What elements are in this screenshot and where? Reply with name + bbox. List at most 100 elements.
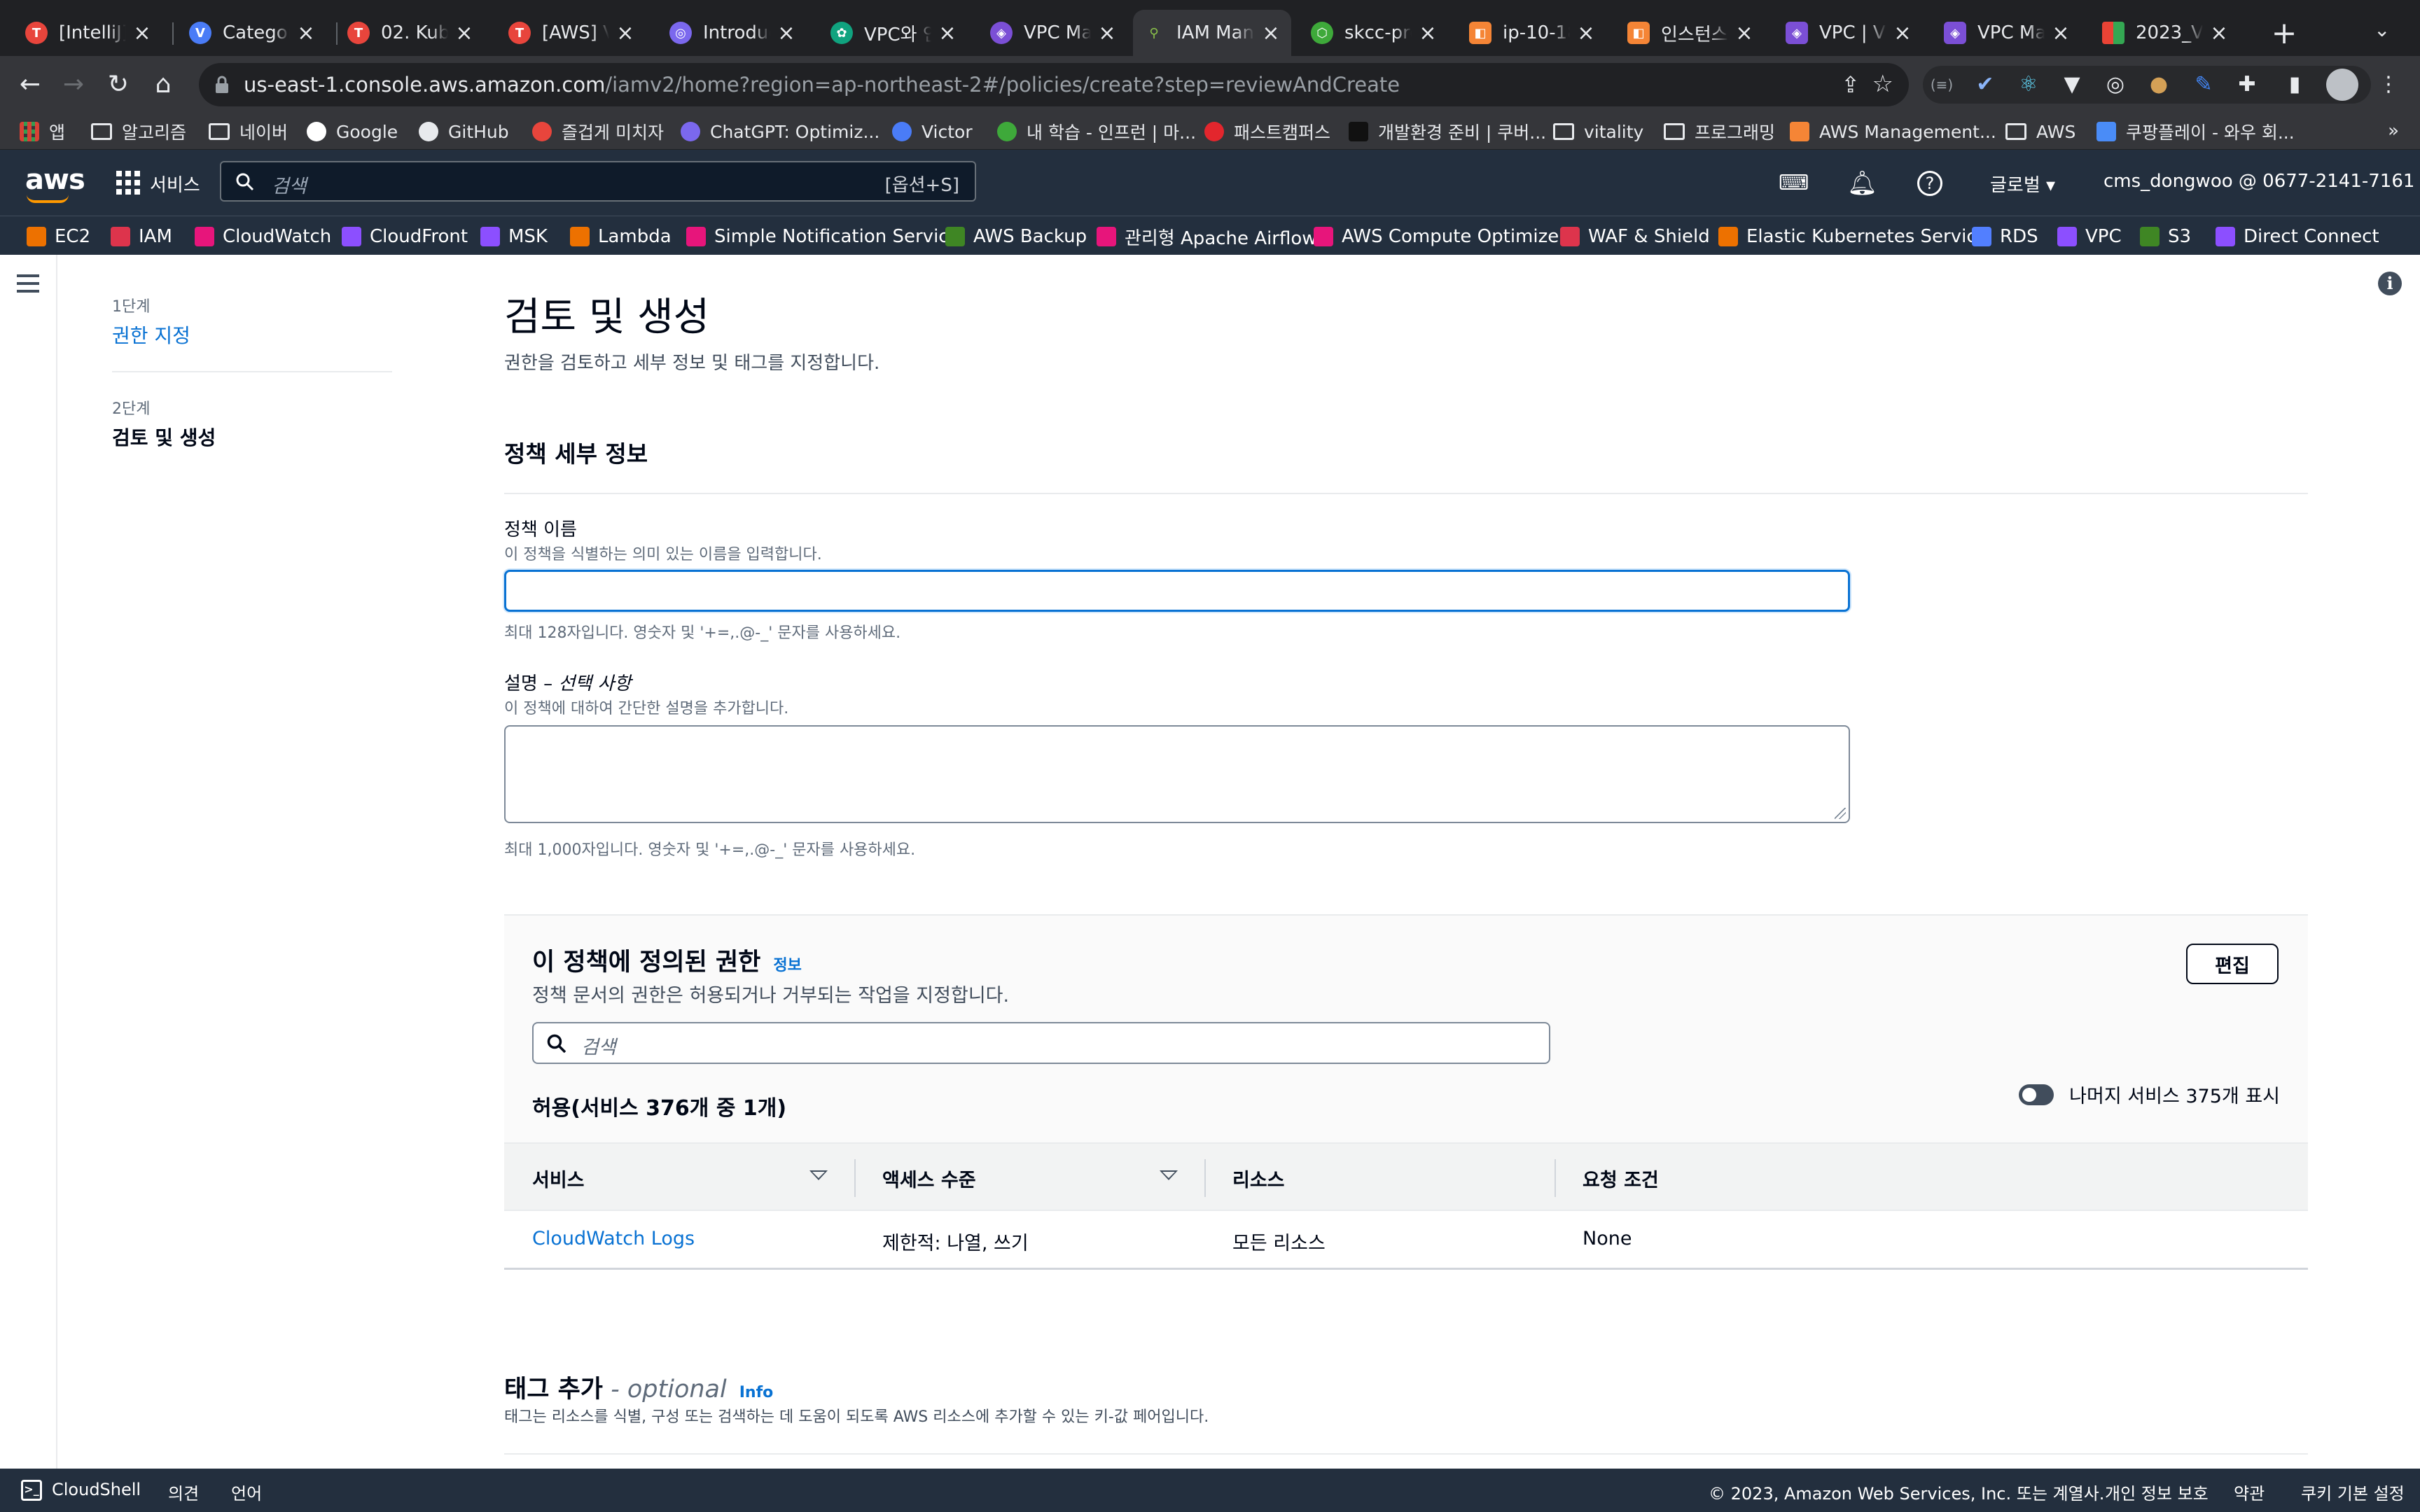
browser-tab[interactable]: ◈ VPC | VP ×	[1776, 10, 1923, 56]
favorite-rds[interactable]: RDS	[1972, 225, 2038, 248]
close-tab-icon[interactable]: ×	[937, 21, 958, 46]
react-devtools-icon[interactable]: ⚛	[2014, 70, 2043, 99]
favorite-waf[interactable]: WAF & Shield	[1560, 225, 1710, 248]
show-remaining-toggle[interactable]: 나머지 서비스 375개 표시	[2019, 1081, 2280, 1108]
vue-devtools-icon[interactable]: ▼	[2057, 70, 2087, 99]
services-grid-icon[interactable]	[116, 171, 140, 195]
favorite-cloudfront[interactable]: CloudFront	[342, 225, 468, 248]
privacy-link[interactable]: 개인 정보 보호	[2105, 1480, 2209, 1504]
favorite-cloudwatch[interactable]: CloudWatch	[195, 225, 331, 248]
favorite-ec2[interactable]: EC2	[27, 225, 90, 248]
browser-tab[interactable]: T 02. Kube ×	[338, 10, 485, 56]
favorite-msk[interactable]: MSK	[480, 225, 548, 248]
column-header-service[interactable]: 서비스	[532, 1165, 585, 1192]
browser-tab[interactable]: ⬡ skcc-pro ×	[1301, 10, 1448, 56]
region-selector[interactable]: 글로벌 ▾	[1990, 171, 2055, 197]
menu-hamburger-icon[interactable]	[17, 274, 39, 298]
close-tab-icon[interactable]: ×	[295, 21, 317, 46]
close-tab-icon[interactable]: ×	[454, 21, 475, 46]
bookmark-site[interactable]: 쿠팡플레이 - 와우 회...	[2096, 118, 2295, 146]
bookmark-site[interactable]: Victor	[892, 118, 973, 146]
extension-icon[interactable]: (≡)	[1927, 70, 1956, 99]
bookmark-apps[interactable]: 앱	[20, 118, 65, 146]
bookmark-site[interactable]: 개발환경 준비 | 쿠버...	[1349, 118, 1546, 146]
terms-link[interactable]: 약관	[2234, 1480, 2265, 1504]
cloudshell-link[interactable]: CloudShell	[52, 1480, 141, 1499]
bookmark-site[interactable]: 내 학습 - 인프런 | 마...	[997, 118, 1196, 146]
wrench-extension-icon[interactable]: ✎	[2189, 70, 2218, 99]
info-link[interactable]: 정보	[773, 957, 801, 974]
toggle-switch[interactable]	[2019, 1084, 2054, 1105]
service-link[interactable]: CloudWatch Logs	[532, 1228, 695, 1250]
browser-tab[interactable]: ◧ ip-10-18 ×	[1459, 10, 1606, 56]
lock-icon[interactable]	[214, 76, 230, 94]
favorite-iam[interactable]: IAM	[111, 225, 172, 248]
info-panel-icon[interactable]: i	[2378, 272, 2402, 295]
bookmark-folder[interactable]: AWS	[2005, 118, 2075, 146]
profile-avatar[interactable]	[2326, 69, 2358, 101]
browser-tab[interactable]: ◈ VPC Man ×	[1934, 10, 2081, 56]
cloudshell-icon[interactable]: >_	[21, 1480, 42, 1501]
close-tab-icon[interactable]: ×	[1417, 21, 1438, 46]
feedback-link[interactable]: 의견	[168, 1480, 199, 1504]
browser-tab[interactable]: 2023_Vi ×	[2092, 10, 2239, 56]
sort-caret-icon[interactable]	[809, 1170, 828, 1180]
close-tab-icon[interactable]: ×	[1892, 21, 1913, 46]
step-link-permissions[interactable]: 권한 지정	[112, 321, 392, 349]
browser-tab[interactable]: T [IntelliJ] ×	[15, 10, 162, 56]
sort-caret-icon[interactable]	[1160, 1170, 1178, 1180]
bookmark-star-icon[interactable]: ☆	[1872, 70, 1893, 98]
cookie-preferences-link[interactable]: 쿠키 기본 설정	[2301, 1480, 2405, 1504]
forward-arrow-icon[interactable]: →	[56, 67, 91, 102]
aws-logo[interactable]: aws	[25, 164, 85, 203]
favorite-compute-optimizer[interactable]: AWS Compute Optimizer	[1314, 225, 1566, 248]
aws-search-input[interactable]: 검색 [옵션+S]	[220, 161, 976, 202]
cloudshell-icon[interactable]: ⌨	[1779, 169, 1809, 197]
permissions-search-input[interactable]: 검색	[532, 1022, 1550, 1064]
side-panel-icon[interactable]: ▮	[2280, 70, 2309, 99]
info-link[interactable]: Info	[739, 1384, 774, 1401]
close-tab-icon[interactable]: ×	[1734, 21, 1755, 46]
home-icon[interactable]: ⌂	[146, 67, 181, 102]
more-bookmarks-icon[interactable]: »	[2388, 120, 2399, 141]
description-textarea[interactable]	[504, 725, 1850, 823]
close-tab-icon[interactable]: ×	[776, 21, 797, 46]
favorite-s3[interactable]: S3	[2140, 225, 2191, 248]
favorite-backup[interactable]: AWS Backup	[945, 225, 1087, 248]
browser-tab[interactable]: ✿ VPC와 인 ×	[821, 10, 968, 56]
language-link[interactable]: 언어	[231, 1480, 262, 1504]
browser-tab[interactable]: V Category ×	[179, 10, 326, 56]
close-tab-icon[interactable]: ×	[2209, 21, 2230, 46]
puzzle-extensions-icon[interactable]: ✚	[2232, 70, 2262, 99]
browser-menu-icon[interactable]: ⋮	[2374, 70, 2403, 99]
bookmark-folder[interactable]: 네이버	[209, 118, 288, 146]
close-tab-icon[interactable]: ×	[1260, 21, 1281, 46]
share-icon[interactable]: ⇪	[1841, 71, 1860, 98]
policy-name-input[interactable]	[504, 570, 1850, 612]
bookmark-aws[interactable]: AWS Management...	[1790, 118, 1996, 146]
browser-tab[interactable]: ◈ VPC Man ×	[980, 10, 1127, 56]
cookie-extension-icon[interactable]: ●	[2144, 70, 2174, 99]
resize-handle-icon[interactable]	[1835, 808, 1846, 819]
bookmark-folder[interactable]: vitality	[1553, 118, 1643, 146]
favorite-sns[interactable]: Simple Notification Service	[686, 225, 960, 248]
favorite-lambda[interactable]: Lambda	[570, 225, 672, 248]
new-tab-button[interactable]: +	[2263, 15, 2305, 51]
browser-tab[interactable]: ◧ 인스턴스 | ×	[1618, 10, 1765, 56]
close-tab-icon[interactable]: ×	[1097, 21, 1118, 46]
bookmark-folder[interactable]: 프로그래밍	[1664, 118, 1775, 146]
address-bar[interactable]: us-east-1.console.aws.amazon.com/iamv2/h…	[199, 63, 1909, 106]
tab-search-chevron-icon[interactable]: ⌄	[2374, 18, 2390, 41]
close-tab-icon[interactable]: ×	[2050, 21, 2071, 46]
target-extension-icon[interactable]: ◎	[2101, 70, 2130, 99]
favorite-vpc[interactable]: VPC	[2057, 225, 2122, 248]
browser-tab[interactable]: T [AWS] V ×	[499, 10, 646, 56]
browser-tab-active[interactable]: ⚲ IAM Man ×	[1133, 10, 1291, 56]
bookmark-folder[interactable]: 알고리즘	[91, 118, 186, 146]
bookmark-chatgpt[interactable]: ChatGPT: Optimiz...	[681, 118, 879, 146]
browser-tab[interactable]: ◎ Introduc ×	[660, 10, 807, 56]
close-tab-icon[interactable]: ×	[615, 21, 636, 46]
services-menu-button[interactable]: 서비스	[150, 171, 200, 197]
help-icon[interactable]: ?	[1917, 171, 1942, 196]
column-header-access-level[interactable]: 액세스 수준	[882, 1165, 976, 1192]
